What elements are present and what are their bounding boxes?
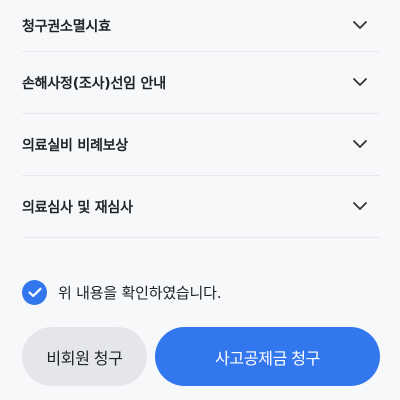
accordion-item-loss-adjuster[interactable]: 손해사정(조사)선임 안내 xyxy=(22,52,380,114)
accordion-item-label: 의료심사 및 재심사 xyxy=(22,199,133,216)
accordion-list: 청구권소멸시효 손해사정(조사)선임 안내 의료실비 비례보상 의료심사 및 재… xyxy=(22,0,380,238)
agreement-label: 위 내용을 확인하였습니다. xyxy=(58,283,222,302)
accordion-item-proportional-compensation[interactable]: 의료실비 비례보상 xyxy=(22,114,380,176)
accordion-item-label: 청구권소멸시효 xyxy=(22,18,111,35)
chevron-down-icon[interactable] xyxy=(352,137,368,153)
accident-claim-button[interactable]: 사고공제금 청구 xyxy=(155,327,380,386)
chevron-down-icon[interactable] xyxy=(352,75,368,91)
chevron-down-icon[interactable] xyxy=(352,199,368,215)
agreement-row[interactable]: 위 내용을 확인하였습니다. xyxy=(22,278,222,306)
accordion-item-label: 의료실비 비례보상 xyxy=(22,137,129,154)
non-member-claim-button[interactable]: 비회원 청구 xyxy=(22,327,147,386)
accordion-item-label: 손해사정(조사)선임 안내 xyxy=(22,75,166,92)
accordion-item-medical-review[interactable]: 의료심사 및 재심사 xyxy=(22,176,380,238)
checkmark-icon xyxy=(27,287,42,297)
agreement-checkbox[interactable] xyxy=(22,279,47,305)
accordion-item-claim-prescription[interactable]: 청구권소멸시효 xyxy=(22,0,380,52)
chevron-down-icon[interactable] xyxy=(352,18,368,34)
